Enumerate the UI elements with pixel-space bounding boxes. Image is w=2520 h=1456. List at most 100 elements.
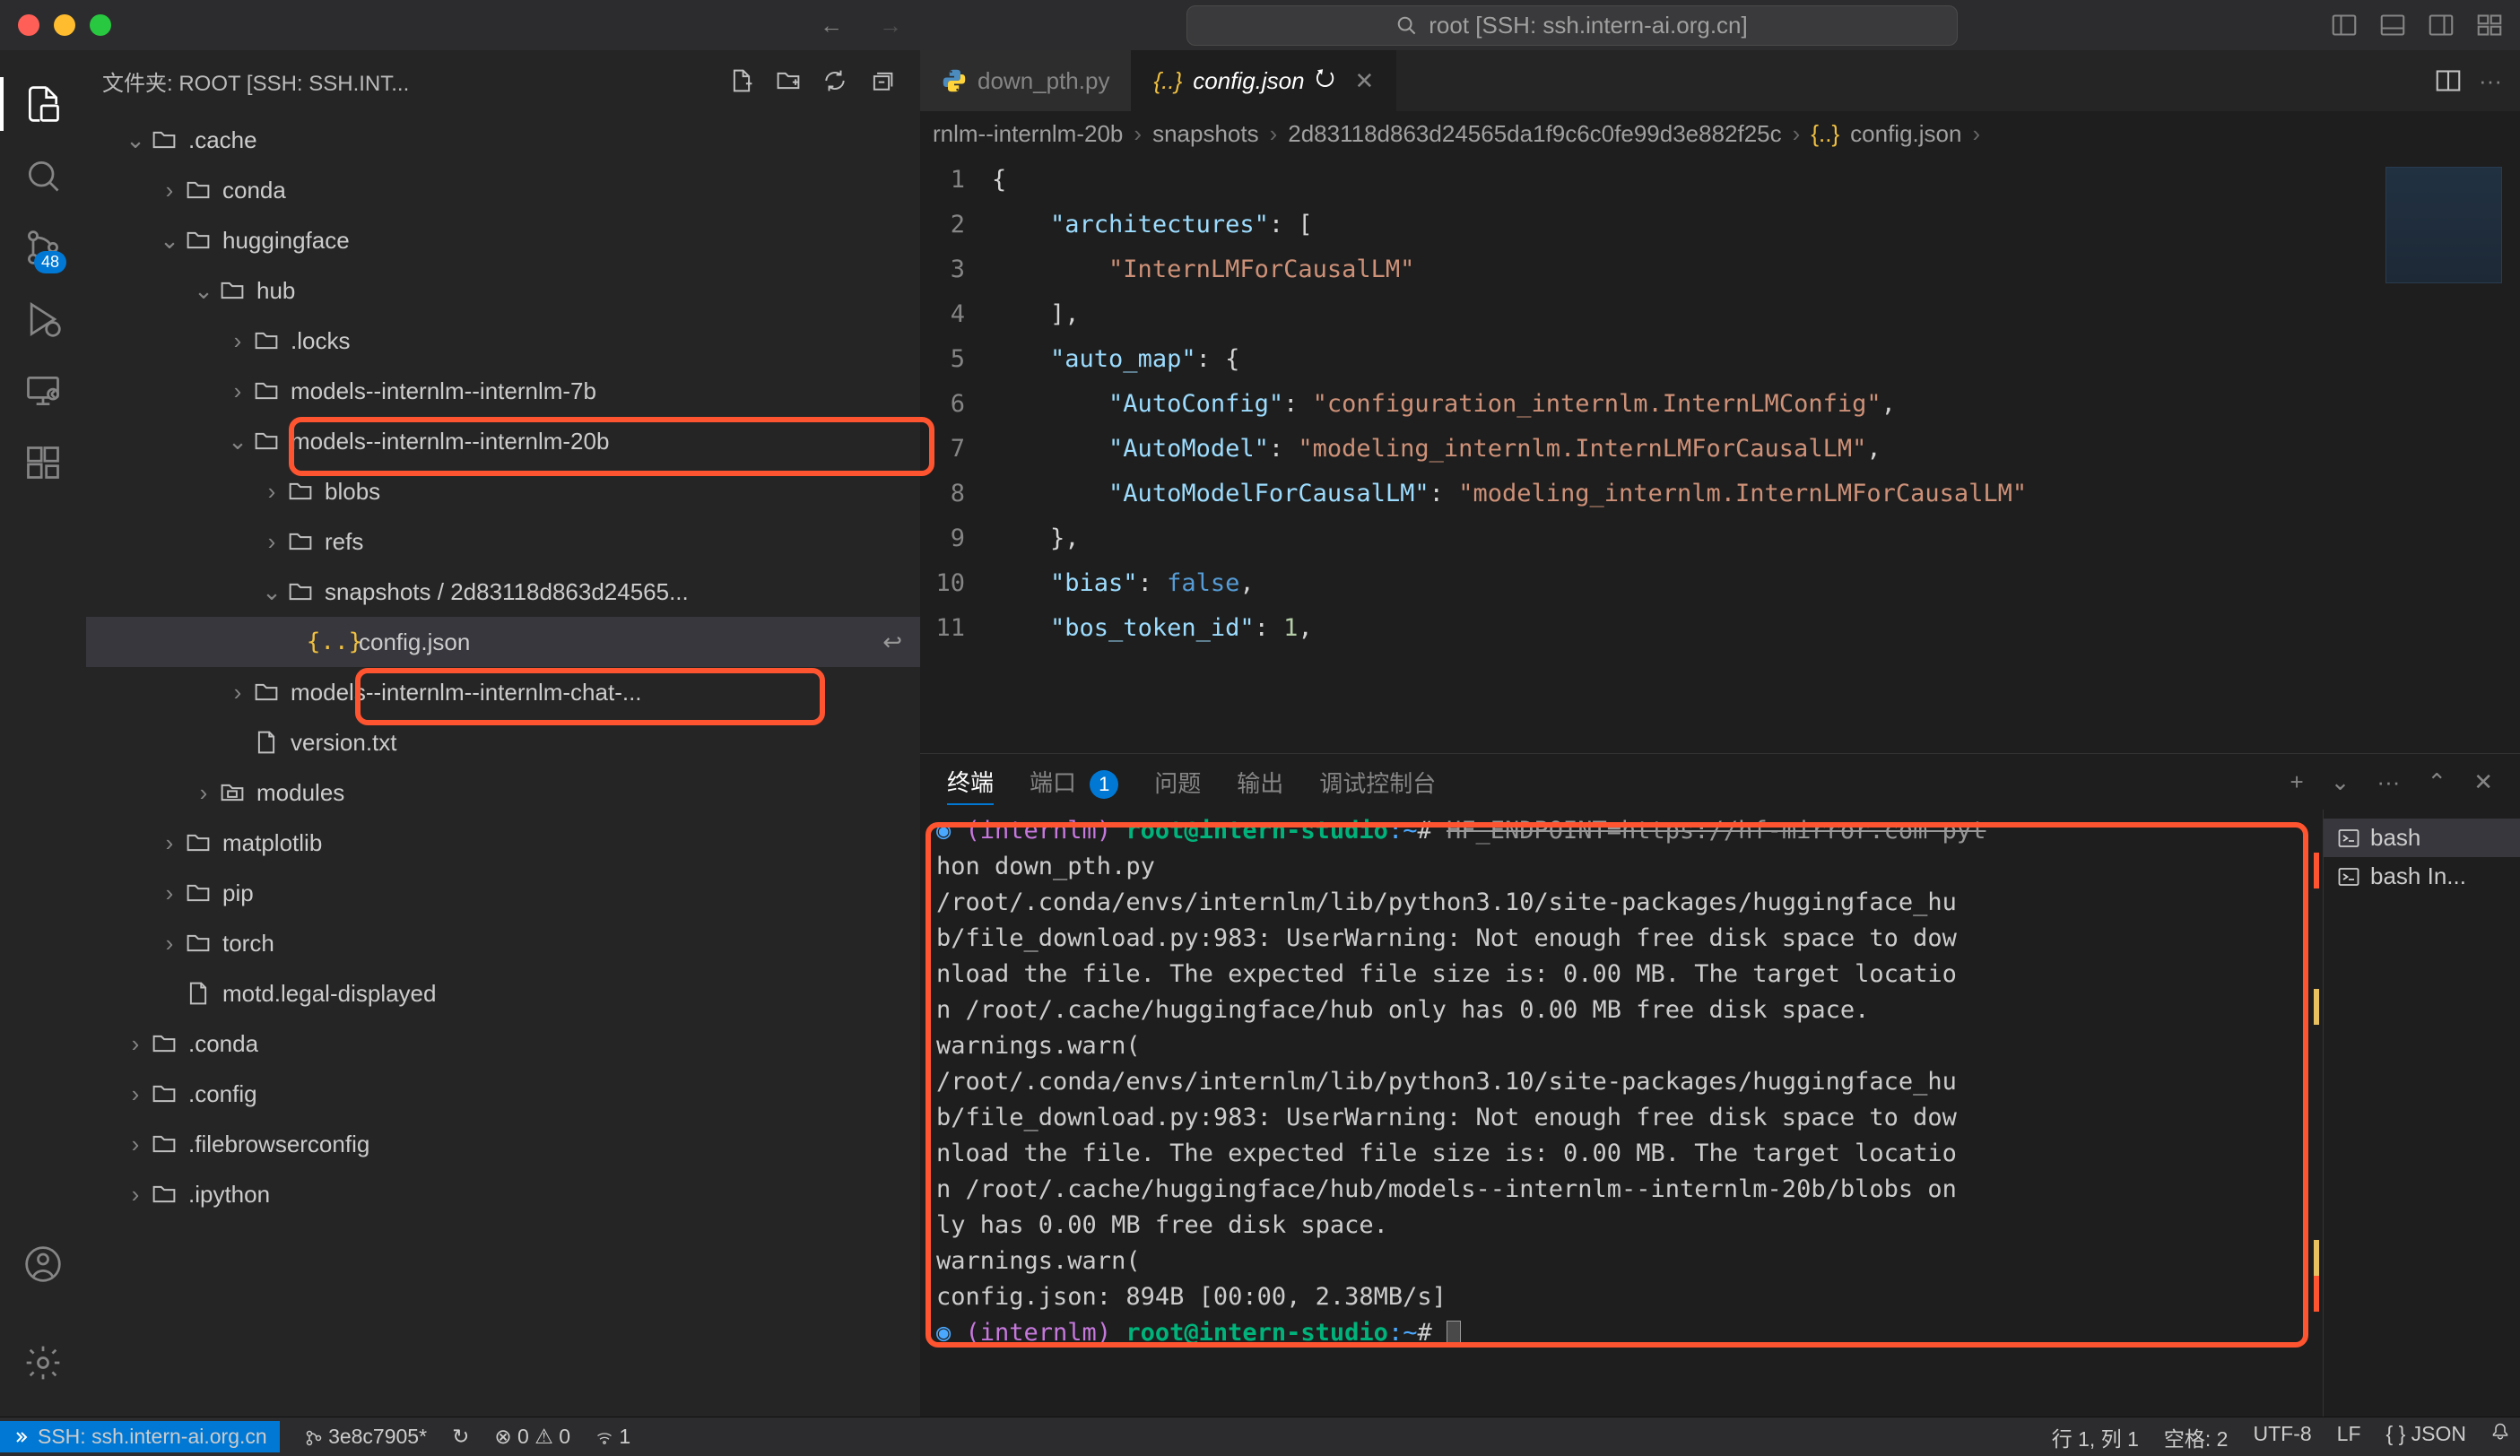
status-eol[interactable]: LF	[2337, 1422, 2361, 1452]
tab-config-json[interactable]: {..} config.json ⭮ ✕	[1132, 50, 1396, 111]
tree-item[interactable]: ›conda	[86, 165, 920, 215]
tree-item[interactable]: ›.locks	[86, 316, 920, 366]
maximize-panel-icon[interactable]: ⌃	[2427, 768, 2446, 796]
new-file-icon[interactable]	[730, 69, 753, 92]
status-language[interactable]: { } JSON	[2386, 1422, 2467, 1452]
breadcrumb-item[interactable]: snapshots	[1152, 120, 1259, 148]
tree-item[interactable]: ⌄huggingface	[86, 215, 920, 265]
tree-label: blobs	[325, 478, 380, 506]
code-content[interactable]: { "architectures": [ "InternLMForCausalL…	[992, 158, 2350, 753]
status-problems[interactable]: ⊗ 0 ⚠ 0	[494, 1425, 570, 1449]
status-encoding[interactable]: UTF-8	[2253, 1422, 2311, 1452]
panel-tab-problems[interactable]: 问题	[1154, 760, 1201, 804]
terminal-marker	[2314, 853, 2319, 888]
tree-label: version.txt	[291, 729, 397, 757]
status-sync[interactable]: ↻	[452, 1425, 469, 1449]
new-folder-icon[interactable]	[777, 69, 800, 92]
maximize-window[interactable]	[90, 14, 111, 36]
chevron-down-icon[interactable]: ⌄	[2331, 768, 2351, 796]
panel-tab-terminal[interactable]: 终端	[947, 759, 994, 805]
status-ports[interactable]: 1	[595, 1425, 630, 1449]
tree-item[interactable]: ›refs	[86, 516, 920, 567]
chevron-icon: ›	[258, 478, 285, 506]
split-editor-icon[interactable]	[2436, 68, 2461, 93]
tree-item[interactable]: ›models--internlm--internlm-7b	[86, 366, 920, 416]
tree-item[interactable]: {..}config.json↩	[86, 617, 920, 667]
breadcrumb-item[interactable]: config.json	[1850, 120, 1961, 148]
folder-open-icon	[217, 279, 248, 302]
close-window[interactable]	[18, 14, 39, 36]
activity-settings[interactable]	[23, 1327, 63, 1399]
tree-item[interactable]: ›.filebrowserconfig	[86, 1119, 920, 1169]
tree-item[interactable]: ⌄snapshots / 2d83118d863d24565...	[86, 567, 920, 617]
terminal-session[interactable]: bash	[2324, 819, 2520, 857]
panel-tab-ports[interactable]: 端口 1	[1030, 759, 1118, 804]
terminal[interactable]: ◉ (internlm) root@intern-studio:~# HF_EN…	[920, 810, 2323, 1417]
folder-icon	[285, 480, 316, 503]
activity-source-control[interactable]: 48	[0, 212, 86, 283]
file-icon	[183, 982, 213, 1005]
titlebar: ← → root [SSH: ssh.intern-ai.org.cn]	[0, 0, 2520, 50]
activity-run-debug[interactable]	[0, 283, 86, 355]
activity-explorer[interactable]	[0, 68, 86, 140]
activity-extensions[interactable]	[0, 427, 86, 498]
return-icon[interactable]: ↩	[882, 628, 920, 656]
terminal-session[interactable]: bash In...	[2338, 857, 2506, 896]
minimap[interactable]	[2350, 158, 2520, 753]
folder-open-icon	[149, 128, 179, 152]
explorer-folder-title: 文件夹: ROOT [SSH: SSH.INT...	[102, 65, 409, 97]
more-icon[interactable]: ···	[2377, 768, 2400, 796]
chevron-icon: ⌄	[122, 126, 149, 154]
tab-down-pth[interactable]: down_pth.py	[920, 50, 1132, 111]
tree-item[interactable]: ⌄models--internlm--internlm-20b	[86, 416, 920, 466]
status-branch[interactable]: 3e8c7905*	[305, 1425, 427, 1449]
breadcrumb-item[interactable]: rnlm--internlm-20b	[933, 120, 1123, 148]
command-center[interactable]: root [SSH: ssh.intern-ai.org.cn]	[1186, 5, 1958, 46]
panel-tabs: 终端 端口 1 问题 输出 调试控制台 + ⌄ ··· ⌃ ✕	[920, 754, 2520, 810]
tree-label: modules	[256, 779, 344, 807]
activity-search[interactable]	[0, 140, 86, 212]
tree-item[interactable]: ›torch	[86, 918, 920, 968]
tree-item[interactable]: ⌄.cache	[86, 115, 920, 165]
collapse-all-icon[interactable]	[870, 69, 893, 92]
tree-item[interactable]: version.txt	[86, 717, 920, 767]
layout-sidebar-left-icon[interactable]	[2332, 13, 2357, 38]
tree-item[interactable]: ›matplotlib	[86, 818, 920, 868]
code-editor[interactable]: 1234567891011 { "architectures": [ "Inte…	[920, 158, 2520, 753]
file-tree[interactable]: ⌄.cache›conda⌄huggingface⌄hub›.locks›mod…	[86, 111, 920, 1417]
close-tab-icon[interactable]: ✕	[1355, 67, 1375, 95]
tree-item[interactable]: motd.legal-displayed	[86, 968, 920, 1018]
tree-item[interactable]: ›.config	[86, 1069, 920, 1119]
refresh-icon[interactable]	[823, 69, 847, 92]
remote-indicator[interactable]: SSH: ssh.intern-ai.org.cn	[0, 1421, 280, 1452]
status-cursor[interactable]: 行 1, 列 1	[2052, 1422, 2139, 1452]
layout-panel-icon[interactable]	[2380, 13, 2405, 38]
layout-sidebar-right-icon[interactable]	[2429, 13, 2454, 38]
chevron-icon: ⌄	[190, 277, 217, 305]
nav-forward[interactable]: →	[879, 12, 902, 39]
minimize-window[interactable]	[54, 14, 75, 36]
new-terminal-icon[interactable]: +	[2290, 768, 2303, 796]
tree-label: refs	[325, 528, 363, 556]
panel-tab-debug[interactable]: 调试控制台	[1319, 760, 1436, 804]
breadcrumbs[interactable]: rnlm--internlm-20b › snapshots › 2d83118…	[920, 111, 2520, 158]
breadcrumb-item[interactable]: 2d83118d863d24565da1f9c6c0fe99d3e882f25c	[1288, 120, 1781, 148]
status-indent[interactable]: 空格: 2	[2164, 1422, 2229, 1452]
activity-remote[interactable]	[0, 355, 86, 427]
more-actions-icon[interactable]: ···	[2479, 67, 2502, 95]
tree-item[interactable]: ›modules	[86, 767, 920, 818]
close-panel-icon[interactable]: ✕	[2473, 768, 2493, 796]
tree-item[interactable]: ›models--internlm--internlm-chat-...	[86, 667, 920, 717]
tree-item[interactable]: › blobs	[86, 466, 920, 516]
activity-accounts[interactable]	[23, 1228, 63, 1300]
chevron-icon: ›	[122, 1080, 149, 1108]
panel-tab-output[interactable]: 输出	[1237, 760, 1283, 804]
customize-layout-icon[interactable]	[2477, 13, 2502, 38]
tree-item[interactable]: ›.conda	[86, 1018, 920, 1069]
tree-item[interactable]: ›pip	[86, 868, 920, 918]
status-notifications[interactable]	[2491, 1422, 2509, 1452]
chevron-icon: ›	[122, 1030, 149, 1058]
tree-item[interactable]: ›.ipython	[86, 1169, 920, 1219]
tree-label: pip	[222, 880, 254, 907]
tree-item[interactable]: ⌄hub	[86, 265, 920, 316]
